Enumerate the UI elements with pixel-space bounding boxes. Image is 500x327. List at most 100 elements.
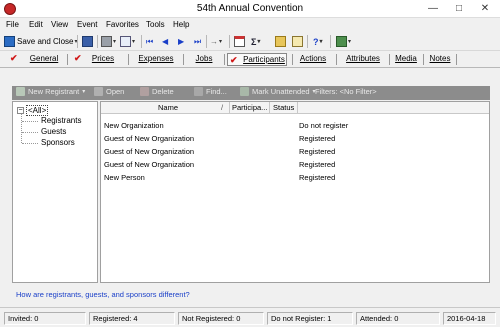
calendar-button[interactable] (234, 34, 245, 49)
folder-button[interactable] (275, 34, 286, 49)
chevron-down-icon: ▾ (319, 39, 323, 45)
wizard-icon (336, 36, 347, 47)
tab-actions[interactable]: Actions (295, 53, 331, 66)
edit-button[interactable] (292, 34, 303, 49)
close-button[interactable]: ✕ (472, 0, 498, 18)
last-record-icon: ⏭ (194, 36, 202, 46)
delete-icon (140, 87, 149, 96)
next-record-button[interactable]: ▶ (178, 34, 184, 49)
tab-prices[interactable]: Prices (88, 53, 118, 66)
help-icon: ? (313, 36, 319, 47)
find-label: Find... (206, 87, 227, 96)
tab-separator (456, 54, 457, 65)
mark-unattended-button[interactable]: Mark Unattended ▾ (240, 87, 316, 96)
toolbar-separator (77, 35, 78, 48)
menu-favorites[interactable]: Favorites (106, 20, 139, 29)
cell-status: Registered (299, 147, 336, 156)
sigma-icon: Σ (251, 36, 257, 47)
tab-participants[interactable]: ✔ Participants (227, 53, 287, 66)
export-button[interactable]: ▾ (120, 34, 135, 49)
table-row[interactable]: New Person Registered (101, 171, 489, 184)
table-row[interactable]: Guest of New Organization Registered (101, 158, 489, 171)
cell-name: Guest of New Organization (104, 160, 195, 169)
arrow-right-icon: → (210, 37, 218, 46)
status-date: 2016-04-18 (443, 312, 496, 325)
menu-help[interactable]: Help (173, 20, 189, 29)
tab-expenses[interactable]: Expenses (134, 53, 178, 66)
wizard-button[interactable]: ▾ (336, 34, 351, 49)
table-row[interactable]: New Organization Do not register (101, 119, 489, 132)
tab-jobs[interactable]: Jobs (188, 53, 220, 66)
column-divider[interactable] (229, 102, 230, 114)
tab-general-label: General (29, 54, 59, 63)
minimize-button[interactable]: — (420, 0, 446, 18)
next-record-icon: ▶ (178, 37, 185, 46)
tree-item-sponsors[interactable]: Sponsors (41, 138, 75, 147)
tab-attributes-label: Attributes (346, 54, 380, 63)
open-button[interactable]: Open (94, 87, 124, 96)
cell-status: Registered (299, 173, 336, 182)
status-attended: Attended: 0 (356, 312, 440, 325)
go-to-button[interactable]: → ▾ (210, 34, 222, 49)
last-record-button[interactable]: ⏭ (194, 34, 201, 49)
tab-general[interactable]: General (26, 53, 62, 66)
column-divider[interactable] (297, 102, 298, 114)
cell-status: Do not register (299, 121, 349, 130)
column-header-name[interactable]: Name (158, 103, 178, 112)
tree-item-registrants[interactable]: Registrants (41, 116, 81, 125)
tab-prices-label: Prices (91, 54, 115, 63)
help-link[interactable]: How are registrants, guests, and sponsor… (16, 290, 190, 299)
save-button[interactable] (82, 34, 93, 49)
first-record-button[interactable]: ⏮ (146, 34, 153, 49)
menu-tools[interactable]: Tools (146, 20, 165, 29)
tab-media[interactable]: Media (392, 53, 420, 66)
column-header-status[interactable]: Status (273, 103, 294, 112)
print-button[interactable]: ▾ (101, 34, 116, 49)
chevron-down-icon: ▾ (82, 89, 86, 95)
menu-view[interactable]: View (51, 20, 68, 29)
collapse-icon[interactable]: − (17, 107, 24, 114)
table-row[interactable]: Guest of New Organization Registered (101, 145, 489, 158)
save-and-close-label: Save and Close (17, 37, 74, 46)
delete-button[interactable]: Delete (140, 87, 174, 96)
calendar-icon (234, 36, 245, 47)
help-button[interactable]: ? ▾ (313, 34, 323, 49)
save-and-close-button[interactable]: Save and Close ▾ (4, 34, 78, 49)
tab-actions-label: Actions (299, 54, 327, 63)
chevron-down-icon: ▾ (257, 39, 261, 45)
tab-separator (224, 54, 225, 65)
table-row[interactable]: Guest of New Organization Registered (101, 132, 489, 145)
column-header-participation[interactable]: Participa... (232, 103, 267, 112)
menu-event[interactable]: Event (77, 20, 97, 29)
status-bar: Invited: 0 Registered: 4 Not Registered:… (0, 307, 500, 327)
tab-separator (183, 54, 184, 65)
menu-edit[interactable]: Edit (29, 20, 43, 29)
open-icon (94, 87, 103, 96)
grid-header: Name / Participa... Status (101, 102, 489, 114)
status-registered: Registered: 4 (89, 312, 175, 325)
summary-button[interactable]: Σ ▾ (251, 34, 260, 49)
toolbar-separator (330, 35, 331, 48)
delete-label: Delete (152, 87, 174, 96)
tab-jobs-label: Jobs (195, 54, 213, 63)
save-close-icon (4, 36, 15, 47)
filters-button[interactable]: Filters: <No Filter> (315, 87, 377, 96)
toolbar-separator (307, 35, 308, 48)
tree-item-guests[interactable]: Guests (41, 127, 66, 136)
toolbar-separator (97, 35, 98, 48)
column-divider[interactable] (269, 102, 270, 114)
toolbar: Save and Close ▾ ▾ ▾ ⏮ ◀ ▶ ⏭ → ▾ Σ ▾ ? ▾… (0, 32, 500, 51)
menu-file[interactable]: File (6, 20, 19, 29)
floppy-icon (82, 36, 93, 47)
toolbar-separator (141, 35, 142, 48)
chevron-down-icon: ▾ (132, 39, 136, 45)
tab-notes[interactable]: Notes (426, 53, 454, 66)
find-button[interactable]: Find... (194, 87, 227, 96)
tree-connector (22, 143, 38, 144)
status-do-not-register: Do not Register: 1 (267, 312, 353, 325)
tab-attributes[interactable]: Attributes (341, 53, 385, 66)
maximize-button[interactable]: □ (446, 0, 472, 18)
previous-record-button[interactable]: ◀ (162, 34, 168, 49)
new-registrant-button[interactable]: New Registrant ▾ (16, 87, 85, 96)
toolbar-separator (206, 35, 207, 48)
